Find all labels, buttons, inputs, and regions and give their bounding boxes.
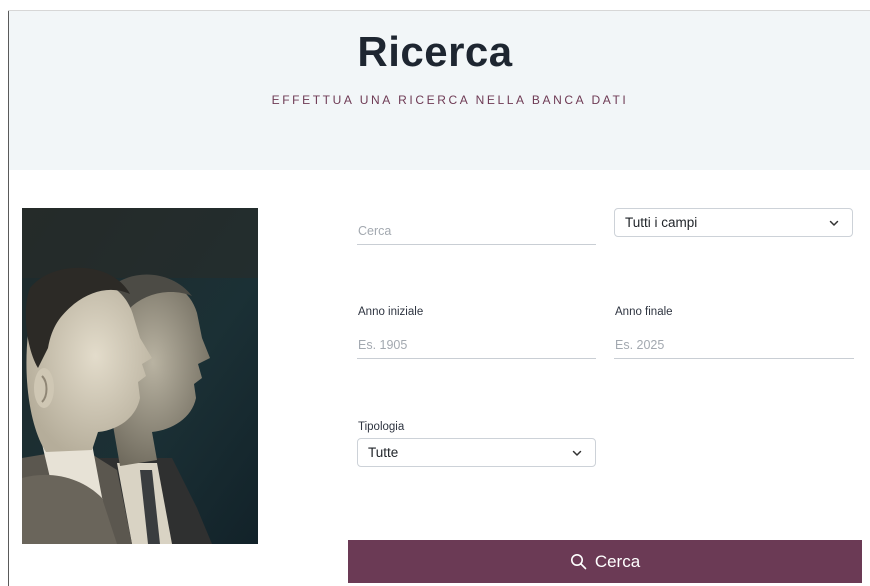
page-subtitle: EFFETTUA UNA RICERCA NELLA BANCA DATI	[271, 93, 629, 107]
field-select[interactable]: Tutti i campi	[614, 208, 853, 237]
chevron-down-icon	[572, 450, 582, 456]
search-input[interactable]	[357, 218, 596, 245]
type-label: Tipologia	[358, 421, 405, 433]
search-button-label: Cerca	[594, 551, 641, 571]
page: Ricerca EFFETTUA UNA RICERCA NELLA BANCA…	[0, 0, 870, 586]
year-end-input[interactable]	[614, 332, 854, 359]
type-select-value: Tutte	[368, 445, 399, 460]
type-select[interactable]: Tutte	[357, 438, 596, 467]
search-button[interactable]: Cerca	[348, 540, 862, 583]
field-select-value: Tutti i campi	[625, 215, 698, 230]
search-icon	[570, 554, 587, 570]
year-start-input[interactable]	[357, 332, 596, 359]
portrait-photo	[22, 208, 258, 544]
chevron-down-icon	[829, 220, 839, 226]
year-start-label: Anno iniziale	[358, 306, 424, 318]
page-title: Ricerca	[357, 28, 513, 75]
year-end-label: Anno finale	[615, 306, 673, 318]
